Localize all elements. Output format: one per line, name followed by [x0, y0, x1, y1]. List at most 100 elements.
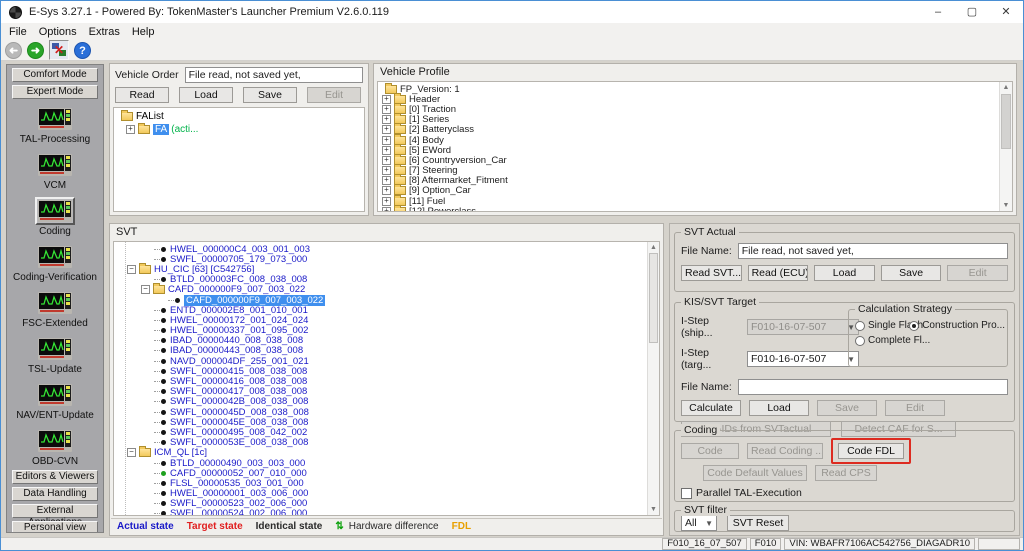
tree-row[interactable]: +[6] Countryversion_Car	[382, 155, 1012, 165]
expand-plus-icon[interactable]: +	[382, 207, 391, 212]
tree-row[interactable]: CAFD_00000052_007_010_000	[114, 468, 659, 478]
expand-plus-icon[interactable]: +	[382, 136, 391, 145]
tree-row[interactable]: +[12] Powerclass	[382, 206, 1012, 212]
tree-row[interactable]: FAList	[118, 110, 364, 123]
external-applications-button[interactable]: External Applications	[12, 504, 98, 518]
vo-save-button[interactable]: Save	[243, 87, 297, 103]
expand-plus-icon[interactable]: +	[382, 156, 391, 165]
tree-row[interactable]: SWFL_00000705_179_073_000	[114, 254, 659, 264]
personal-view-button[interactable]: Personal view	[12, 521, 98, 533]
svt-load-button[interactable]: Load	[814, 265, 875, 281]
tree-row[interactable]: FLSL_00000535_003_001_000	[114, 478, 659, 488]
read-svt-button[interactable]: Read SVT...	[681, 265, 742, 281]
comfort-mode-button[interactable]: Comfort Mode	[12, 68, 98, 82]
menu-help[interactable]: Help	[126, 26, 161, 38]
complete-flash-radio[interactable]	[855, 336, 865, 346]
forward-icon[interactable]: ➜	[27, 42, 44, 59]
expand-plus-icon[interactable]: +	[382, 115, 391, 124]
scroll-up-icon[interactable]: ▲	[1000, 83, 1012, 92]
tree-row[interactable]: ENTD_000002E8_001_010_001	[114, 305, 659, 315]
scrollbar-thumb[interactable]	[1001, 94, 1011, 149]
svt-actual-filename-input[interactable]	[738, 243, 1008, 259]
connection-icon[interactable]: ✕	[49, 40, 69, 60]
tree-row[interactable]: SWFL_00000416_008_038_008	[114, 376, 659, 386]
vertical-scrollbar[interactable]: ▲ ▼	[999, 82, 1012, 211]
tree-row[interactable]: +[2] Batteryclass	[382, 125, 1012, 135]
tree-row[interactable]: BTLD_00000490_003_003_000	[114, 458, 659, 468]
expand-plus-icon[interactable]: +	[382, 95, 391, 104]
tree-row[interactable]: SWFL_0000045E_008_038_008	[114, 417, 659, 427]
expand-plus-icon[interactable]: +	[382, 125, 391, 134]
tree-row[interactable]: CAFD_000000F9_007_003_022	[114, 295, 659, 305]
minimize-button[interactable]: –	[921, 1, 955, 23]
expert-mode-button[interactable]: Expert Mode	[12, 85, 98, 99]
tree-row[interactable]: +[4] Body	[382, 135, 1012, 145]
tree-row[interactable]: +[8] Aftermarket_Fitment	[382, 176, 1012, 186]
sidebar-item-tsl-update[interactable]: TSL-Update	[28, 335, 82, 375]
scrollbar-thumb[interactable]	[649, 253, 658, 343]
tree-row[interactable]: IBAD_00000440_008_038_008	[114, 336, 659, 346]
collapse-minus-icon[interactable]: −	[141, 285, 150, 294]
editors-viewers-button[interactable]: Editors & Viewers	[12, 470, 98, 484]
construction-pro-radio[interactable]	[909, 321, 919, 331]
tree-row[interactable]: + FA (acti...	[118, 123, 364, 136]
parallel-tal-execution-checkbox[interactable]	[681, 488, 692, 499]
close-button[interactable]: ✕	[989, 1, 1023, 23]
scroll-down-icon[interactable]: ▼	[648, 505, 659, 514]
expand-plus-icon[interactable]: +	[382, 146, 391, 155]
tree-row[interactable]: HWEL_00000001_003_006_000	[114, 489, 659, 499]
sidebar-item-fsc-extended[interactable]: FSC-Extended	[22, 289, 88, 329]
sidebar-item-nav-ent-update[interactable]: NAV/ENT-Update	[16, 381, 94, 421]
vo-load-button[interactable]: Load	[179, 87, 233, 103]
tree-row[interactable]: SWFL_0000053E_008_038_008	[114, 438, 659, 448]
tree-row[interactable]: +[9] Option_Car	[382, 186, 1012, 196]
tree-row[interactable]: BTLD_000003FC_008_038_008	[114, 275, 659, 285]
code-fdl-button[interactable]: Code FDL	[838, 443, 904, 459]
tree-row[interactable]: +[11] Fuel	[382, 196, 1012, 206]
sidebar-item-tal-processing[interactable]: TAL-Processing	[20, 105, 90, 145]
tree-row[interactable]: SWFL_00000415_008_038_008	[114, 366, 659, 376]
menu-file[interactable]: File	[3, 26, 33, 38]
scroll-down-icon[interactable]: ▼	[1000, 201, 1012, 210]
menu-extras[interactable]: Extras	[83, 26, 126, 38]
collapse-minus-icon[interactable]: −	[127, 265, 136, 274]
tree-row[interactable]: HWEL_00000337_001_095_002	[114, 326, 659, 336]
tree-row[interactable]: SWFL_0000045D_008_038_008	[114, 407, 659, 417]
calculate-button[interactable]: Calculate	[681, 400, 741, 416]
vertical-scrollbar[interactable]: ▲ ▼	[647, 242, 659, 515]
tree-row[interactable]: +[1] Series	[382, 115, 1012, 125]
help-icon[interactable]: ?	[74, 42, 91, 59]
sidebar-item-obd-cvn[interactable]: OBD-CVN	[32, 427, 78, 467]
sidebar-item-coding-verification[interactable]: Coding-Verification	[13, 243, 97, 283]
expand-plus-icon[interactable]: +	[382, 176, 391, 185]
vo-read-button[interactable]: Read	[115, 87, 169, 103]
read-ecu-button[interactable]: Read (ECU)	[748, 265, 809, 281]
tree-row[interactable]: −CAFD_000000F9_007_003_022	[114, 285, 659, 295]
target-load-button[interactable]: Load	[749, 400, 809, 416]
tree-row[interactable]: +Header	[382, 94, 1012, 104]
expand-plus-icon[interactable]: +	[382, 166, 391, 175]
tree-row[interactable]: SWFL_00000524_002_006_000	[114, 509, 659, 516]
single-flash-radio[interactable]	[855, 321, 865, 331]
data-handling-button[interactable]: Data Handling	[12, 487, 98, 501]
tree-row[interactable]: +[0] Traction	[382, 104, 1012, 114]
tree-row[interactable]: +[7] Steering	[382, 166, 1012, 176]
tree-row[interactable]: −HU_CIC [63] [C542756]	[114, 264, 659, 274]
maximize-button[interactable]: ▢	[955, 1, 989, 23]
menu-options[interactable]: Options	[33, 26, 83, 38]
tree-row[interactable]: HWEL_00000172_001_024_024	[114, 315, 659, 325]
expand-plus-icon[interactable]: +	[382, 186, 391, 195]
tree-row[interactable]: NAVD_000004DF_255_001_021	[114, 356, 659, 366]
tree-row[interactable]: SWFL_0000042B_008_038_008	[114, 397, 659, 407]
istep-target-combo[interactable]: F010-16-07-507 ▼	[747, 351, 859, 367]
tree-row[interactable]: +[5] EWord	[382, 145, 1012, 155]
tree-row[interactable]: SWFL_00000523_002_006_000	[114, 499, 659, 509]
scroll-up-icon[interactable]: ▲	[648, 243, 659, 252]
expand-plus-icon[interactable]: +	[382, 197, 391, 206]
tree-row[interactable]: IBAD_00000443_008_038_008	[114, 346, 659, 356]
svt-filter-combo[interactable]: All ▼	[681, 515, 717, 531]
tree-row[interactable]: SWFL_00000495_008_042_002	[114, 427, 659, 437]
vehicle-order-filename-input[interactable]	[185, 67, 363, 83]
tree-row[interactable]: HWEL_000000C4_003_001_003	[114, 244, 659, 254]
expand-plus-icon[interactable]: +	[382, 105, 391, 114]
